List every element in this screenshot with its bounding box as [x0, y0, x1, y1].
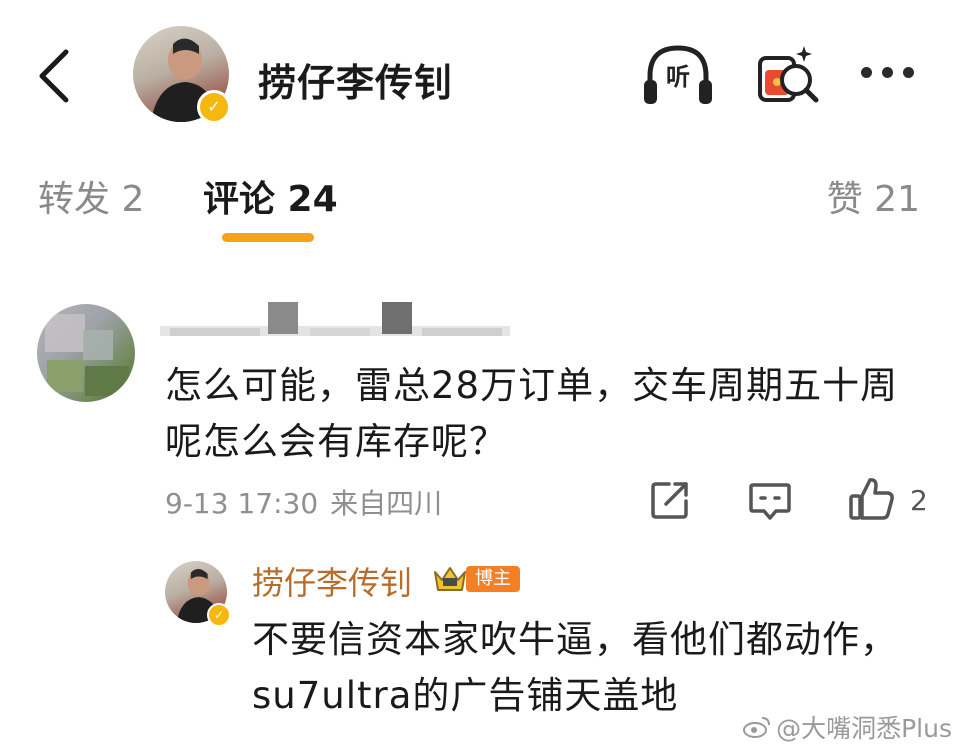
- weibo-comments-screen: ✓ 捞仔李传钊 听 转发 2 评论 24 赞 21 怎么可能，雷总28万订单，交…: [0, 0, 960, 747]
- commenter-avatar[interactable]: [37, 304, 135, 402]
- crown-icon: [434, 567, 466, 591]
- listen-button[interactable]: 听: [640, 40, 716, 110]
- reply-author-avatar[interactable]: ✓: [165, 561, 231, 627]
- more-dots-icon: [882, 67, 893, 78]
- like-button[interactable]: 2: [848, 476, 938, 524]
- listen-label: 听: [666, 63, 690, 91]
- active-tab-indicator: [222, 233, 314, 242]
- weibo-logo-icon: [743, 717, 771, 738]
- like-count: 2: [910, 484, 928, 517]
- more-dots-icon: [861, 67, 872, 78]
- verified-icon: ✓: [197, 90, 231, 124]
- comment-meta: 9-13 17:30 来自四川: [165, 482, 442, 522]
- back-button[interactable]: [30, 42, 86, 106]
- redacted-name-icon: [160, 302, 510, 336]
- comment-location: 来自四川: [330, 487, 443, 520]
- comment-time: 9-13 17:30: [165, 487, 319, 520]
- thumbs-up-icon: [849, 478, 894, 520]
- tab-repost[interactable]: 转发 2: [38, 170, 144, 222]
- author-avatar[interactable]: ✓: [133, 26, 231, 124]
- watermark-text: @大嘴洞悉Plus: [776, 714, 952, 743]
- chevron-left-icon: [39, 49, 69, 103]
- tab-like[interactable]: 赞 21: [827, 170, 920, 222]
- reply-text: 不要信资本家吹牛逼，看他们都动作，su7ultra的广告铺天盖地: [252, 618, 898, 717]
- share-edit-icon: [651, 482, 688, 519]
- watermark: @大嘴洞悉Plus: [742, 709, 952, 745]
- more-options-button[interactable]: [855, 58, 921, 88]
- reply-button[interactable]: [748, 481, 792, 521]
- commenter-name-redacted[interactable]: [160, 300, 520, 344]
- more-dots-icon: [903, 67, 914, 78]
- reply-author-name[interactable]: 捞仔李传钊: [252, 558, 412, 604]
- blurred-avatar-icon: [45, 314, 129, 396]
- red-packet-search-button[interactable]: [752, 40, 824, 110]
- comment-icon: [749, 483, 791, 520]
- tab-comment[interactable]: 评论 24: [203, 170, 338, 222]
- share-button[interactable]: [649, 479, 691, 521]
- author-badge: 博主: [466, 566, 520, 592]
- profile-name[interactable]: 捞仔李传钊: [258, 52, 453, 107]
- red-packet-search-icon: [758, 46, 819, 103]
- comment-text: 怎么可能，雷总28万订单，交车周期五十周呢怎么会有库存呢？: [165, 364, 899, 463]
- verified-icon: ✓: [207, 603, 231, 627]
- crown-icon: [432, 564, 468, 594]
